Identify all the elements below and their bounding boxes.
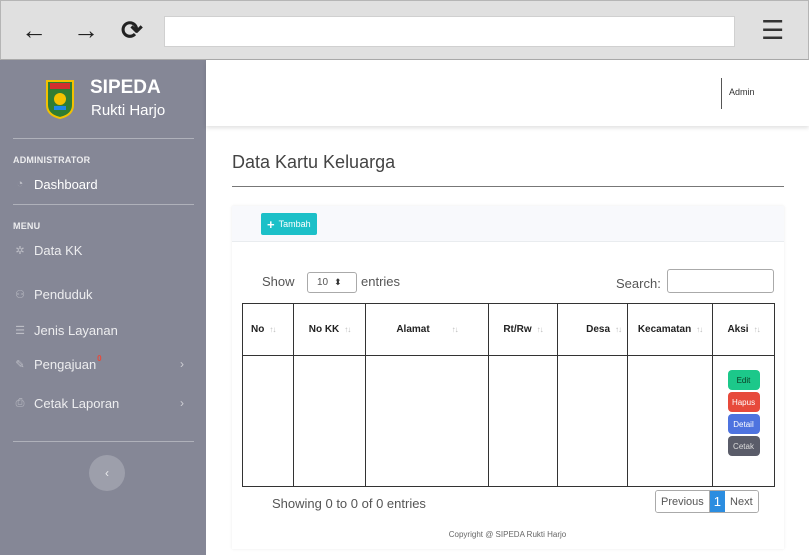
title-divider bbox=[232, 186, 784, 187]
sort-icon: ↑↓ bbox=[696, 325, 703, 334]
sort-icon: ↑↓ bbox=[269, 325, 276, 334]
page-button-current[interactable]: 1 bbox=[709, 491, 726, 512]
column-header-kecamatan[interactable]: Kecamatan ↑↓ bbox=[627, 303, 713, 356]
add-button[interactable]: + Tambah bbox=[261, 213, 317, 235]
detail-button[interactable]: Detail bbox=[727, 414, 760, 434]
print-button[interactable]: Cetak bbox=[727, 436, 760, 456]
cell-aksi: Edit Hapus Detail Cetak bbox=[712, 355, 775, 487]
cell-no-kk bbox=[293, 355, 366, 487]
length-label: Show bbox=[262, 274, 295, 289]
sidebar-item-pengajuan[interactable]: ✎ Pengajuan 0 › bbox=[13, 352, 194, 376]
cog-icon: ✲ bbox=[15, 244, 25, 257]
footer-copyright: Copyright @ SIPEDA Rukti Harjo bbox=[448, 530, 567, 539]
sidebar-divider bbox=[13, 204, 194, 205]
sort-icon: ↑↓ bbox=[451, 325, 459, 334]
district-logo bbox=[46, 80, 74, 119]
pagination: Previous 1 Next bbox=[655, 490, 759, 513]
topbar: Admin bbox=[206, 60, 809, 126]
table-row: Edit Hapus Detail Cetak bbox=[242, 355, 775, 487]
sidebar-item-label: Data KK bbox=[34, 242, 83, 258]
list-icon: ☰ bbox=[15, 324, 25, 337]
edit-button[interactable]: Edit bbox=[727, 370, 760, 390]
browser-toolbar: ← → ⟳ ☰ bbox=[0, 0, 809, 60]
table-header-row: No ↑↓ No KK ↑↓ Alamat ↑↓ Rt/Rw ↑↓ Desa ↑↓ Kec… bbox=[242, 303, 775, 356]
column-header-alamat[interactable]: Alamat ↑↓ bbox=[365, 303, 489, 356]
cell-desa bbox=[557, 355, 628, 487]
sort-icon: ↑↓ bbox=[615, 325, 622, 334]
sidebar-divider bbox=[13, 138, 194, 139]
sort-icon: ↑↓ bbox=[753, 325, 761, 334]
column-header-rt-rw[interactable]: Rt/Rw ↑↓ bbox=[488, 303, 558, 356]
sidebar-item-data-kk[interactable]: ✲ Data KK bbox=[13, 238, 194, 262]
sidebar-divider bbox=[13, 441, 194, 442]
column-header-no[interactable]: No ↑↓ bbox=[242, 303, 294, 356]
dashboard-icon: ◔ bbox=[16, 178, 24, 190]
sidebar-item-label: Jenis Layanan bbox=[34, 322, 118, 338]
data-card: + Tambah Show 10 ⬍ entries Search: No ↑↓ … bbox=[232, 206, 784, 549]
cell-alamat bbox=[365, 355, 489, 487]
sort-icon: ↑↓ bbox=[536, 325, 544, 334]
sidebar-heading-menu: MENU bbox=[13, 221, 41, 231]
cell-rt-rw bbox=[488, 355, 558, 487]
cell-kecamatan bbox=[627, 355, 713, 487]
forward-arrow-icon[interactable]: → bbox=[73, 15, 99, 45]
chevron-left-icon: ‹ bbox=[105, 466, 109, 480]
sidebar-item-label: Dashboard bbox=[34, 176, 98, 192]
sidebar-brand[interactable]: SIPEDA Rukti Harjo bbox=[0, 60, 206, 138]
page-length-select[interactable]: 10 ⬍ bbox=[307, 272, 357, 293]
sidebar-item-label: Cetak Laporan bbox=[34, 395, 120, 411]
entries-label: entries bbox=[361, 274, 401, 289]
add-button-label: Tambah bbox=[278, 219, 311, 229]
sidebar-item-cetak-laporan[interactable]: ⎙ Cetak Laporan › bbox=[13, 391, 194, 415]
column-header-aksi[interactable]: Aksi ↑↓ bbox=[712, 303, 775, 356]
table-info: Showing 0 to 0 of 0 entries bbox=[272, 496, 426, 511]
sidebar-item-label: Pengajuan bbox=[34, 356, 97, 372]
column-header-desa[interactable]: Desa ↑↓ bbox=[557, 303, 628, 356]
sidebar-item-penduduk[interactable]: ⚇ Penduduk bbox=[13, 282, 194, 306]
hamburger-menu-icon[interactable]: ☰ bbox=[761, 15, 784, 45]
search-input[interactable] bbox=[667, 269, 774, 293]
print-icon: ⎙ bbox=[15, 396, 25, 409]
page-length-value: 10 bbox=[317, 277, 329, 288]
sidebar-heading-administrator: ADMINISTRATOR bbox=[13, 155, 91, 165]
page-title: Data Kartu Keluarga bbox=[232, 152, 396, 172]
sort-icon: ↑↓ bbox=[344, 325, 351, 334]
data-table: No ↑↓ No KK ↑↓ Alamat ↑↓ Rt/Rw ↑↓ Desa ↑↓ Kec… bbox=[242, 303, 775, 487]
card-header: + Tambah bbox=[232, 206, 784, 242]
select-arrows-icon: ⬍ bbox=[334, 277, 342, 287]
delete-button[interactable]: Hapus bbox=[727, 392, 760, 412]
address-bar[interactable] bbox=[164, 16, 735, 47]
chevron-right-icon: › bbox=[180, 396, 184, 410]
notification-badge: 0 bbox=[97, 353, 102, 363]
edit-icon: ✎ bbox=[15, 358, 25, 371]
action-buttons: Edit Hapus Detail Cetak bbox=[713, 356, 774, 458]
reload-icon[interactable]: ⟳ bbox=[121, 15, 143, 45]
brand-title: SIPEDA bbox=[90, 77, 161, 98]
plus-icon: + bbox=[267, 216, 275, 232]
topbar-divider bbox=[721, 78, 722, 109]
search-label: Search: bbox=[616, 276, 661, 291]
sidebar-item-jenis-layanan[interactable]: ☰ Jenis Layanan bbox=[13, 318, 194, 342]
brand-subtitle: Rukti Harjo bbox=[91, 102, 166, 119]
sidebar-item-label: Penduduk bbox=[34, 286, 93, 302]
sidebar: SIPEDA Rukti Harjo ADMINISTRATOR ◔ Dashb… bbox=[0, 60, 206, 555]
users-icon: ⚇ bbox=[15, 288, 25, 301]
sidebar-toggle-button[interactable]: ‹ bbox=[89, 455, 125, 491]
sidebar-item-dashboard[interactable]: ◔ Dashboard bbox=[13, 172, 194, 196]
column-header-no-kk[interactable]: No KK ↑↓ bbox=[293, 303, 366, 356]
back-arrow-icon[interactable]: ← bbox=[21, 15, 47, 45]
chevron-right-icon: › bbox=[180, 357, 184, 371]
cell-no bbox=[242, 355, 294, 487]
previous-button[interactable]: Previous bbox=[656, 491, 710, 512]
next-button[interactable]: Next bbox=[725, 491, 758, 512]
user-menu[interactable]: Admin bbox=[729, 87, 755, 97]
